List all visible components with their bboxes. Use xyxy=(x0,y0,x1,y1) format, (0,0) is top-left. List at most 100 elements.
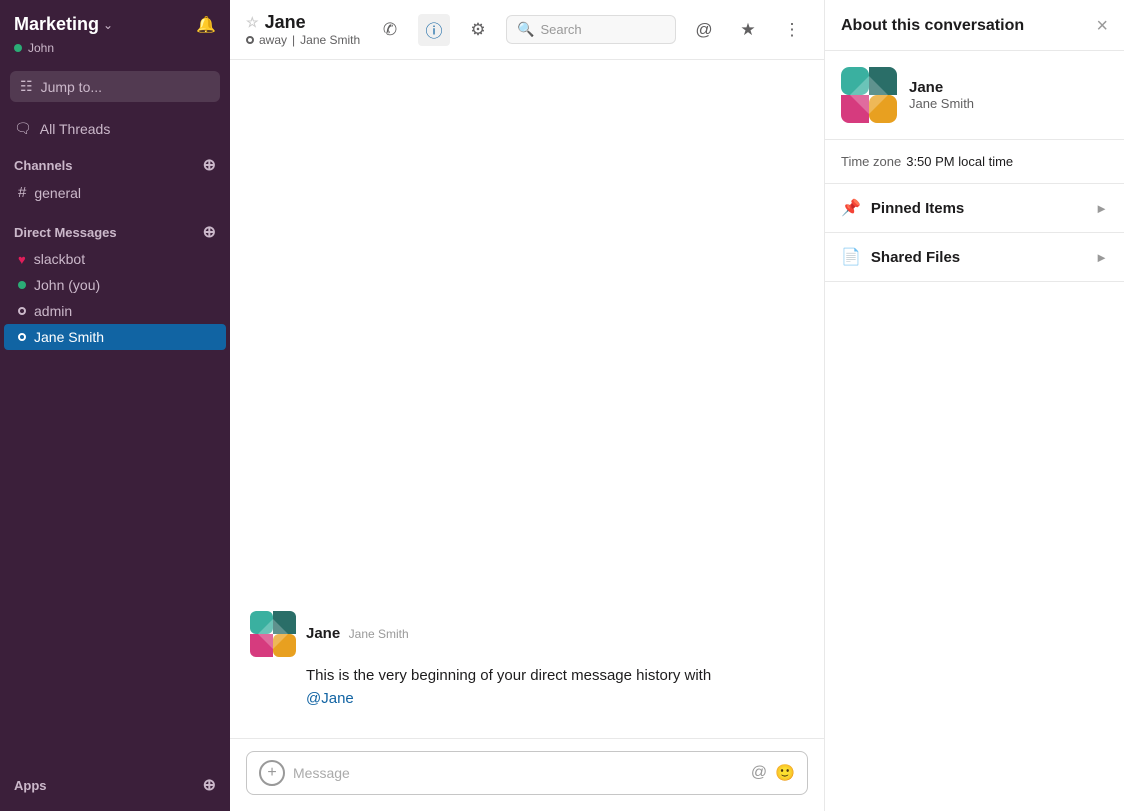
shared-files-chevron-icon: ► xyxy=(1095,250,1108,265)
dm-label: Direct Messages xyxy=(14,225,117,240)
search-wrapper: 🔍 xyxy=(506,15,676,44)
threads-icon: 🗨 xyxy=(14,120,32,137)
settings-button[interactable]: ⚙ xyxy=(462,14,494,46)
online-status-dot xyxy=(14,44,22,52)
sidebar-item-jane-smith[interactable]: Jane Smith xyxy=(4,324,226,350)
message-sender-info: Jane Jane Smith xyxy=(306,625,409,643)
user-card-info: Jane Jane Smith xyxy=(909,79,974,111)
jane-smith-label: Jane Smith xyxy=(34,329,104,345)
jump-to-icon: ☷ xyxy=(20,78,33,95)
all-threads-label: All Threads xyxy=(40,121,111,137)
timezone-row: Time zone 3:50 PM local time xyxy=(825,140,1124,184)
more-button[interactable]: ⋮ xyxy=(776,14,808,46)
message-avatar xyxy=(250,611,296,657)
file-icon: 📄 xyxy=(841,247,861,267)
jane-status-dot xyxy=(18,333,26,341)
message-text: This is the very beginning of your direc… xyxy=(250,665,804,710)
sidebar-item-john[interactable]: John (you) xyxy=(4,272,226,298)
jump-to-button[interactable]: ☷ Jump to... xyxy=(10,71,220,102)
dm-section: Direct Messages ⊕ ♥ slackbot John (you) … xyxy=(0,210,230,354)
timezone-value: 3:50 PM local time xyxy=(906,154,1013,169)
bell-icon[interactable]: 🔔 xyxy=(196,15,216,35)
message-header-row: Jane Jane Smith xyxy=(250,611,804,657)
at-button[interactable]: @ xyxy=(688,14,720,46)
add-attachment-button[interactable]: + xyxy=(259,760,285,786)
right-panel-title: About this conversation xyxy=(841,17,1024,35)
shared-files-header-left: 📄 Shared Files xyxy=(841,247,960,267)
apps-section-header: Apps ⊕ xyxy=(0,767,230,799)
message-text-part1: This is the very beginning of your direc… xyxy=(306,667,711,684)
chat-title-row: ☆ Jane xyxy=(246,12,360,33)
shared-files-header[interactable]: 📄 Shared Files ► xyxy=(825,233,1124,281)
right-panel-header: About this conversation × xyxy=(825,0,1124,51)
jump-to-label: Jump to... xyxy=(41,79,102,95)
channel-hash-icon: # xyxy=(18,184,26,201)
message-input[interactable] xyxy=(293,765,743,781)
pin-icon: 📌 xyxy=(841,198,861,218)
chat-name-label: Jane xyxy=(265,12,306,33)
admin-status-dot xyxy=(18,307,26,315)
search-icon: 🔍 xyxy=(517,21,534,38)
message-input-area: + @ 🙂 xyxy=(230,738,824,811)
user-status: John xyxy=(0,41,230,65)
apps-label: Apps xyxy=(14,778,47,793)
all-threads-item[interactable]: 🗨 All Threads xyxy=(0,114,230,143)
user-card-name: Jane xyxy=(909,79,974,96)
chat-header: ☆ Jane away | Jane Smith ✆ ⓘ ⚙ 🔍 @ ★ ⋮ xyxy=(230,0,824,60)
user-card-avatar xyxy=(841,67,897,123)
john-label: John (you) xyxy=(34,277,100,293)
message-block: Jane Jane Smith This is the very beginni… xyxy=(250,611,804,710)
sidebar-item-slackbot[interactable]: ♥ slackbot xyxy=(4,246,226,272)
shared-files-title: Shared Files xyxy=(871,249,960,266)
timezone-label: Time zone xyxy=(841,154,901,169)
pinned-items-section: 📌 Pinned Items ► xyxy=(825,184,1124,233)
channels-label: Channels xyxy=(14,158,73,173)
sidebar-item-general[interactable]: # general xyxy=(4,179,226,206)
pinned-items-title: Pinned Items xyxy=(871,200,964,217)
chat-separator: | xyxy=(292,33,295,47)
channel-general-label: general xyxy=(34,185,81,201)
main-chat-area: ☆ Jane away | Jane Smith ✆ ⓘ ⚙ 🔍 @ ★ ⋮ xyxy=(230,0,824,811)
message-sender-handle: Jane Smith xyxy=(349,627,409,641)
chat-subtitle: away | Jane Smith xyxy=(246,33,360,47)
add-dm-icon[interactable]: ⊕ xyxy=(203,222,216,242)
pinned-items-header[interactable]: 📌 Pinned Items ► xyxy=(825,184,1124,232)
emoji-button[interactable]: 🙂 xyxy=(775,763,795,783)
add-channel-icon[interactable]: ⊕ xyxy=(203,155,216,175)
current-user-name: John xyxy=(28,41,54,55)
chat-header-right: ✆ ⓘ ⚙ 🔍 @ ★ ⋮ xyxy=(374,14,808,46)
sidebar-header: Marketing ⌄ 🔔 xyxy=(0,0,230,41)
admin-label: admin xyxy=(34,303,72,319)
slackbot-icon: ♥ xyxy=(18,252,26,267)
message-input-box: + @ 🙂 xyxy=(246,751,808,795)
dm-section-header: Direct Messages ⊕ xyxy=(0,214,230,246)
workspace-chevron-icon[interactable]: ⌄ xyxy=(103,18,113,32)
search-input[interactable] xyxy=(540,22,665,37)
close-right-panel-button[interactable]: × xyxy=(1096,16,1108,36)
sidebar: Marketing ⌄ 🔔 John ☷ Jump to... 🗨 All Th… xyxy=(0,0,230,811)
info-button[interactable]: ⓘ xyxy=(418,14,450,46)
chat-header-left: ☆ Jane away | Jane Smith xyxy=(246,12,360,47)
at-message-button[interactable]: @ xyxy=(751,764,767,782)
star-icon[interactable]: ☆ xyxy=(246,14,259,31)
workspace-name: Marketing xyxy=(14,14,99,35)
chat-messages: Jane Jane Smith This is the very beginni… xyxy=(230,60,824,738)
pinned-items-chevron-icon: ► xyxy=(1095,201,1108,216)
chat-away-dot xyxy=(246,36,254,44)
message-sender-name: Jane xyxy=(306,625,340,642)
slackbot-label: slackbot xyxy=(34,251,85,267)
sidebar-item-admin[interactable]: admin xyxy=(4,298,226,324)
john-status-dot xyxy=(18,281,26,289)
user-card: Jane Jane Smith xyxy=(825,51,1124,140)
bookmark-button[interactable]: ★ xyxy=(732,14,764,46)
chat-status-label: away xyxy=(259,33,287,47)
phone-button[interactable]: ✆ xyxy=(374,14,406,46)
shared-files-section: 📄 Shared Files ► xyxy=(825,233,1124,282)
message-mention-link[interactable]: @Jane xyxy=(306,690,354,707)
pinned-items-header-left: 📌 Pinned Items xyxy=(841,198,964,218)
channels-section: Channels ⊕ # general xyxy=(0,143,230,210)
chat-handle-label: Jane Smith xyxy=(300,33,360,47)
add-app-icon[interactable]: ⊕ xyxy=(203,775,216,795)
apps-section: Apps ⊕ xyxy=(0,759,230,811)
channels-section-header: Channels ⊕ xyxy=(0,147,230,179)
